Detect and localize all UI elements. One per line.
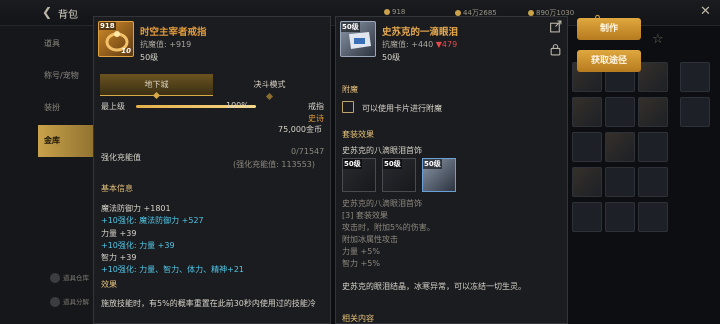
inventory-slot[interactable] xyxy=(605,132,635,162)
storage-icon xyxy=(50,273,60,283)
enhance-label: 强化充能值 xyxy=(101,153,141,162)
sidebar-item-vault[interactable]: 金库 xyxy=(38,125,100,157)
set-name: 史苏克的八滴眼泪首饰 xyxy=(342,146,422,155)
star-icon[interactable]: ☆ xyxy=(652,32,664,47)
inventory-slot[interactable] xyxy=(638,62,668,92)
inventory-slot[interactable] xyxy=(605,167,635,197)
set-line: 攻击时，附加5%的伤害。 xyxy=(342,223,435,232)
disassemble-icon xyxy=(50,297,60,307)
inventory-slot[interactable] xyxy=(680,97,710,127)
upgrade-percent: 100% xyxy=(226,101,249,110)
inventory-slot[interactable] xyxy=(572,97,602,127)
set-line: 力量 +5% xyxy=(342,247,380,256)
set-line: 史苏克的八滴眼泪首饰 xyxy=(342,199,422,208)
set-item-icon[interactable]: 50级 xyxy=(342,158,376,192)
magic-resist: 抗魔值: +919 xyxy=(140,40,192,49)
ring-item-icon: 918 10 xyxy=(98,21,134,57)
item-storage-button[interactable]: 道具仓库 xyxy=(50,272,89,283)
item-level: 50级 xyxy=(140,53,159,62)
item-level: 50级 xyxy=(382,53,401,62)
inventory-slot[interactable] xyxy=(638,132,668,162)
page-title: 背包 xyxy=(58,10,78,21)
price: 75,000金币 xyxy=(278,125,322,134)
stat-line: 智力 +39 xyxy=(101,253,137,262)
set-item-icon[interactable]: 50级 xyxy=(422,158,456,192)
inventory-slot[interactable] xyxy=(572,132,602,162)
enchant-title: 附魔 xyxy=(342,85,358,94)
make-button[interactable]: 制作 xyxy=(577,18,641,40)
stat-line: +10强化: 魔法防御力 +527 xyxy=(101,216,204,225)
item-disassemble-button[interactable]: 道具分解 xyxy=(50,296,89,307)
enhance-value: 0/71547 xyxy=(291,147,325,156)
compared-item-tooltip: 50级 史苏克的一滴眼泪 抗魔值: +440 ▼479 50级 附魔 可以使用卡… xyxy=(335,16,568,324)
close-icon[interactable]: ✕ xyxy=(700,4,711,19)
stat-line: +10强化: 力量、智力、体力、精神+21 xyxy=(101,265,245,274)
sidebar-item-avatar[interactable]: 装扮 xyxy=(38,92,100,124)
slot-type: 戒指 xyxy=(308,102,324,111)
inventory-slot[interactable] xyxy=(572,202,602,232)
set-item-icon[interactable]: 50级 xyxy=(382,158,416,192)
share-icon[interactable] xyxy=(549,20,562,33)
enchant-checkbox[interactable] xyxy=(342,101,354,113)
sidebar: 道具 称号/宠物 装扮 金库 道具仓库 道具分解 xyxy=(0,26,100,324)
sidebar-item-titles-pets[interactable]: 称号/宠物 xyxy=(38,60,100,92)
set-line: 附加冰属性攻击 xyxy=(342,235,398,244)
coin-icon xyxy=(384,9,390,15)
inventory-slot[interactable] xyxy=(638,202,668,232)
upgrade-label: 最上级 xyxy=(101,102,125,111)
flavor-text: 史苏克的眼泪结晶，冰寒异常，可以冻结一切生灵。 xyxy=(342,282,526,291)
inventory-slot[interactable] xyxy=(638,97,668,127)
obtain-route-button[interactable]: 获取途径 xyxy=(577,50,641,72)
diamond-icon xyxy=(265,92,274,101)
lock-icon[interactable] xyxy=(549,43,562,56)
item-name: 史苏克的一滴眼泪 xyxy=(382,27,459,38)
item-name: 时空主宰者戒指 xyxy=(140,27,207,38)
back-arrow-icon[interactable]: ❮ xyxy=(42,5,52,19)
set-effect-title: 套装效果 xyxy=(342,130,374,139)
mode-tabs: 地下城 决斗模式 xyxy=(100,74,326,101)
enchant-text: 可以使用卡片进行附魔 xyxy=(362,104,442,113)
basic-info-title: 基本信息 xyxy=(101,184,133,193)
inventory-slot[interactable] xyxy=(605,202,635,232)
tab-dungeon[interactable]: 地下城 xyxy=(100,74,213,100)
enhance-sub: (强化充能值: 113553) xyxy=(233,160,316,169)
rarity: 史诗 xyxy=(308,114,324,123)
stat-line: +10强化: 力量 +39 xyxy=(101,241,175,250)
effect-text: 施放技能时，有5%的概率重置在此前30秒内使用过的技能冷 xyxy=(101,299,316,308)
resist-diff: ▼479 xyxy=(435,40,458,49)
set-line: [3] 套装效果 xyxy=(342,211,388,220)
diamond-icon xyxy=(152,91,161,100)
magic-resist: 抗魔值: +440 ▼479 xyxy=(382,40,458,49)
inventory-slot[interactable] xyxy=(605,97,635,127)
stat-line: 力量 +39 xyxy=(101,229,137,238)
stat-line: 魔法防御力 +1801 xyxy=(101,204,171,213)
tab-duel[interactable]: 决斗模式 xyxy=(213,74,326,101)
inventory-slot[interactable] xyxy=(680,62,710,92)
effect-title: 效果 xyxy=(101,280,117,289)
equipped-item-tooltip: 918 10 时空主宰者戒指 抗魔值: +919 50级 地下城 决斗模式 最上… xyxy=(93,16,331,324)
related-content-title: 相关内容 xyxy=(342,314,374,323)
earring-item-icon: 50级 xyxy=(340,21,376,57)
earring-icon xyxy=(349,32,371,49)
inventory-slot[interactable] xyxy=(638,167,668,197)
set-line: 智力 +5% xyxy=(342,259,380,268)
currency-1: 918 xyxy=(384,8,405,16)
sidebar-item-items[interactable]: 道具 xyxy=(38,28,100,60)
inventory-slot[interactable] xyxy=(572,167,602,197)
